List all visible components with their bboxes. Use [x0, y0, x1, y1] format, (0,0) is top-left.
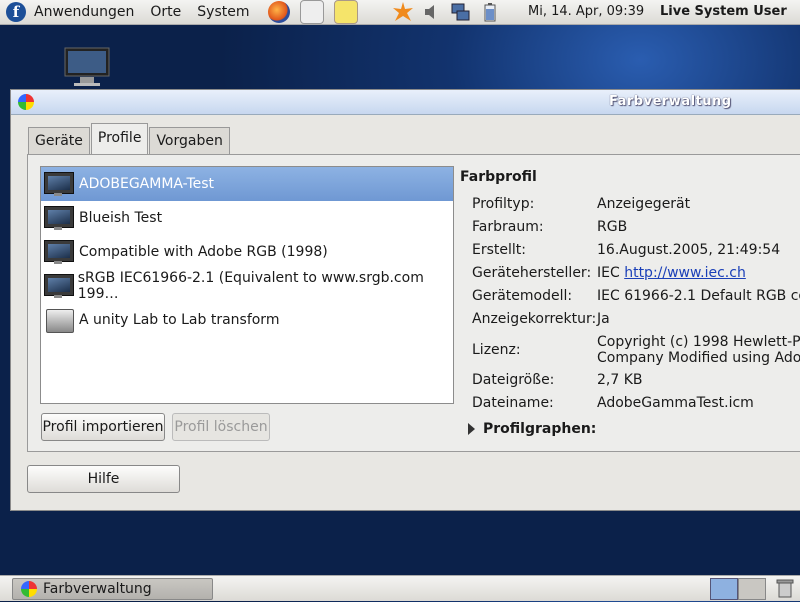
detail-row: Dateigröße: 2,7 KB [460, 369, 800, 392]
scanner-icon [43, 307, 74, 333]
update-notifier-icon[interactable] [393, 2, 413, 22]
detail-row: Lizenz: Copyright (c) 1998 Hewlett-PackCo… [460, 331, 800, 369]
delete-profile-button[interactable]: Profil löschen [172, 413, 270, 441]
detail-row: Farbraum: RGB [460, 216, 800, 239]
detail-label: Profiltyp: [472, 196, 535, 212]
profile-name: sRGB IEC61966-2.1 (Equivalent to www.srg… [77, 270, 424, 302]
profile-graphs-label: Profilgraphen: [483, 421, 597, 437]
license-line-1: Copyright (c) 1998 Hewlett-Pack [597, 334, 800, 350]
color-wheel-icon [21, 581, 37, 597]
network-icon[interactable] [450, 2, 470, 22]
detail-value: IEC 61966-2.1 Default RGB colo [597, 288, 800, 304]
profiles-panel: ADOBEGAMMA-Test Blueish Test Compatible … [27, 154, 800, 452]
window-titlebar[interactable]: Farbverwaltung [11, 90, 800, 115]
detail-row: Erstellt: 16.August.2005, 21:49:54 [460, 239, 800, 262]
volume-icon[interactable] [422, 2, 442, 22]
list-item[interactable]: Blueish Test [41, 201, 453, 235]
manufacturer-link[interactable]: http://www.iec.ch [624, 265, 746, 281]
detail-value: RGB [597, 219, 628, 235]
profile-details: Farbprofil Profiltyp: Anzeigegerät Farbra… [460, 169, 800, 437]
tab-profiles[interactable]: Profile [90, 123, 149, 154]
detail-value: Ja [597, 311, 610, 327]
firefox-icon[interactable] [267, 1, 290, 23]
window-title: Farbverwaltung [609, 94, 732, 109]
menu-places[interactable]: Orte [142, 0, 189, 24]
import-profile-button[interactable]: Profil importieren [41, 413, 165, 441]
taskbar-item[interactable]: Farbverwaltung [12, 578, 213, 600]
monitor-icon [43, 171, 74, 197]
tab-bar: Geräte Profile Vorgaben [28, 123, 231, 154]
mail-icon[interactable] [299, 0, 324, 24]
detail-row: Profiltyp: Anzeigegerät [460, 193, 800, 216]
expander-arrow-icon [468, 423, 475, 435]
clock[interactable]: Mi, 14. Apr, 09:39 [528, 0, 644, 24]
detail-label: Gerätemodell: [472, 288, 573, 304]
battery-icon[interactable] [480, 2, 500, 22]
bottom-panel: Farbverwaltung [0, 575, 800, 601]
help-button[interactable]: Hilfe [27, 465, 180, 493]
color-wheel-icon [18, 94, 34, 110]
detail-value: 16.August.2005, 21:49:54 [597, 242, 781, 258]
detail-label: Gerätehersteller: [472, 265, 592, 281]
detail-value: IEC http://www.iec.ch [597, 262, 746, 285]
workspace-1[interactable] [710, 578, 738, 600]
profile-name: Blueish Test [79, 210, 163, 226]
notes-icon[interactable] [333, 0, 358, 24]
detail-value: Copyright (c) 1998 Hewlett-PackCompany M… [597, 331, 800, 369]
detail-row: Dateiname: AdobeGammaTest.icm [460, 392, 800, 415]
tab-defaults[interactable]: Vorgaben [149, 127, 230, 154]
detail-label: Anzeigekorrektur: [472, 311, 597, 327]
profile-graphs-expander[interactable]: Profilgraphen: [460, 421, 800, 437]
profile-list[interactable]: ADOBEGAMMA-Test Blueish Test Compatible … [40, 166, 454, 404]
detail-row: Gerätemodell: IEC 61966-2.1 Default RGB c… [460, 285, 800, 308]
detail-label: Erstellt: [472, 242, 526, 258]
monitor-icon [43, 273, 74, 299]
detail-value: AdobeGammaTest.icm [597, 395, 754, 411]
profile-name: A unity Lab to Lab transform [79, 312, 280, 328]
detail-row: Gerätehersteller: IEC http://www.iec.ch [460, 262, 800, 285]
list-item[interactable]: ADOBEGAMMA-Test [41, 167, 453, 201]
detail-label: Dateiname: [472, 395, 554, 411]
menu-applications[interactable]: Anwendungen [26, 0, 142, 24]
computer-desktop-icon[interactable] [62, 46, 112, 88]
detail-label: Lizenz: [472, 341, 521, 358]
monitor-icon [43, 205, 74, 231]
workspace-2[interactable] [738, 578, 766, 600]
manufacturer-name: IEC [597, 265, 620, 281]
details-heading: Farbprofil [460, 169, 537, 185]
list-item[interactable]: A unity Lab to Lab transform [41, 303, 453, 337]
menu-system[interactable]: System [189, 0, 257, 24]
trash-icon[interactable] [775, 578, 795, 598]
color-management-window: Farbverwaltung Geräte Profile Vorgaben A… [10, 89, 800, 511]
detail-row: Anzeigekorrektur: Ja [460, 308, 800, 331]
user-menu[interactable]: Live System User [660, 0, 787, 24]
detail-value: 2,7 KB [597, 372, 643, 388]
profile-name: Compatible with Adobe RGB (1998) [79, 244, 328, 260]
monitor-icon [43, 239, 74, 265]
detail-label: Farbraum: [472, 219, 544, 235]
license-line-2: Company Modified using Adobe [597, 350, 800, 366]
taskbar-item-label: Farbverwaltung [43, 581, 152, 597]
profile-name: ADOBEGAMMA-Test [79, 176, 215, 192]
fedora-logo-icon[interactable]: f [6, 2, 26, 22]
list-item[interactable]: sRGB IEC61966-2.1 (Equivalent to www.srg… [41, 269, 453, 303]
tab-devices[interactable]: Geräte [28, 127, 90, 154]
detail-value: Anzeigegerät [597, 196, 691, 212]
list-item[interactable]: Compatible with Adobe RGB (1998) [41, 235, 453, 269]
detail-label: Dateigröße: [472, 372, 555, 388]
